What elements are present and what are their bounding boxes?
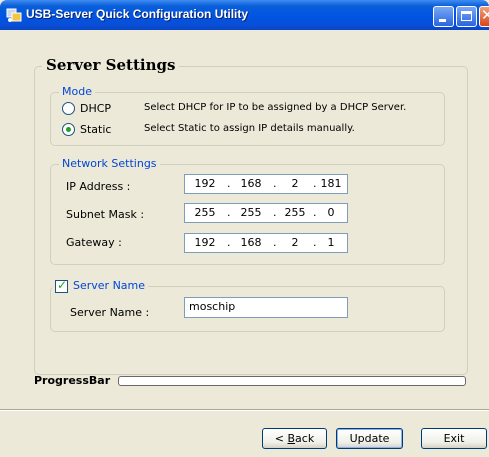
progress-bar [118, 376, 466, 386]
close-icon: ✕ [481, 6, 489, 24]
ip-address-label: IP Address : [66, 180, 131, 193]
server-name-value: moschip [189, 300, 236, 313]
ip-dot: . [227, 177, 231, 190]
maximize-button[interactable] [456, 6, 477, 27]
back-accelerator: B [287, 432, 296, 445]
gateway-label: Gateway : [66, 236, 122, 249]
minimize-icon [439, 19, 446, 22]
gateway-dot: . [227, 236, 231, 249]
title-bar[interactable]: USB-Server Quick Configuration Utility ✕ [0, 0, 489, 30]
subnet-mask-label: Subnet Mask : [66, 208, 145, 221]
window-title: USB-Server Quick Configuration Utility [26, 7, 249, 21]
gateway-dot: . [313, 236, 317, 249]
static-radio[interactable] [62, 123, 75, 136]
gateway-octet-3: 2 [291, 236, 299, 249]
server-name-legend: ✓ Server Name [52, 278, 149, 294]
back-arrow: < [274, 432, 288, 445]
subnet-octet-1: 255 [194, 206, 216, 219]
minimize-button[interactable] [433, 6, 454, 27]
subnet-octet-3: 255 [284, 206, 306, 219]
gateway-octet-4: 1 [327, 236, 335, 249]
ip-dot: . [313, 177, 317, 190]
static-description: Select Static to assign IP details manua… [144, 123, 355, 134]
gateway-octet-2: 168 [240, 236, 262, 249]
gateway-octet-1: 192 [194, 236, 216, 249]
subnet-mask-input[interactable]: 255 . 255 . 255 . 0 [184, 203, 348, 223]
dhcp-label[interactable]: DHCP [80, 102, 111, 115]
gateway-dot: . [273, 236, 277, 249]
subnet-dot: . [273, 206, 277, 219]
server-name-checkbox[interactable]: ✓ [55, 278, 68, 293]
server-settings-title: Server Settings [42, 56, 180, 74]
back-button[interactable]: < Back [262, 428, 327, 449]
exit-button[interactable]: Exit [421, 428, 487, 449]
subnet-dot: . [227, 206, 231, 219]
ip-octet-3: 2 [291, 177, 299, 190]
subnet-octet-2: 255 [240, 206, 262, 219]
maximize-icon [461, 11, 472, 21]
close-button[interactable]: ✕ [479, 6, 489, 27]
server-name-input[interactable]: moschip [184, 297, 348, 318]
mode-group [50, 92, 445, 146]
gateway-input[interactable]: 192 . 168 . 2 . 1 [184, 233, 348, 253]
exit-label: Exit [443, 432, 465, 445]
mode-legend: Mode [59, 85, 95, 98]
progress-label: ProgressBar [34, 374, 111, 387]
button-divider [0, 409, 489, 411]
update-button[interactable]: Update [336, 428, 403, 449]
dhcp-radio[interactable] [62, 102, 75, 115]
ip-octet-4: 181 [320, 177, 342, 190]
ip-dot: . [273, 177, 277, 190]
dialog-window: USB-Server Quick Configuration Utility ✕… [0, 0, 489, 457]
static-label[interactable]: Static [80, 123, 111, 136]
check-icon: ✓ [57, 278, 68, 292]
back-label: ack [295, 432, 315, 445]
subnet-octet-4: 0 [327, 206, 335, 219]
app-icon [6, 8, 22, 22]
update-label: Update [349, 432, 390, 445]
subnet-dot: . [313, 206, 317, 219]
network-settings-legend: Network Settings [59, 157, 160, 170]
server-name-legend-label[interactable]: Server Name [73, 279, 145, 292]
ip-address-input[interactable]: 192 . 168 . 2 . 181 [184, 174, 348, 194]
ip-octet-2: 168 [240, 177, 262, 190]
server-name-label: Server Name : [70, 306, 150, 319]
radio-selected-dot [66, 127, 71, 132]
ip-octet-1: 192 [194, 177, 216, 190]
dhcp-description: Select DHCP for IP to be assigned by a D… [144, 102, 407, 113]
